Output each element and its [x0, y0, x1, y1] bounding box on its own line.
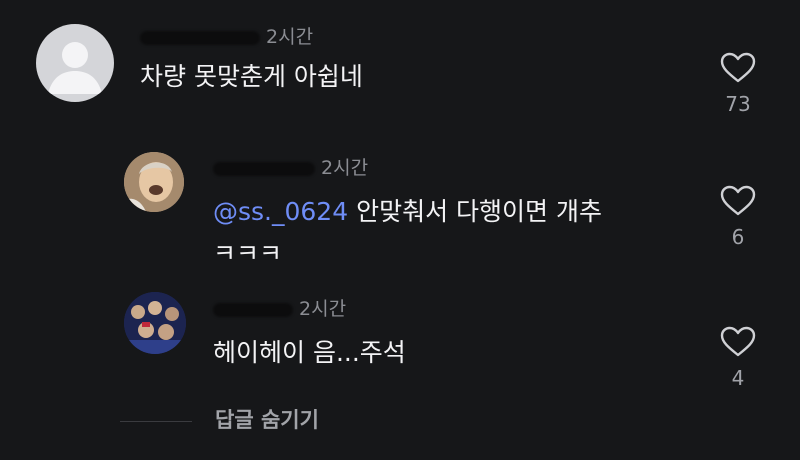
hide-replies-button[interactable]: 답글 숨기기: [215, 404, 319, 434]
comment-text: @ss._0624 안맞춰서 다행이면 개추: [213, 192, 602, 232]
like-button[interactable]: 6: [718, 185, 758, 249]
like-count: 73: [725, 92, 751, 116]
comment-timestamp: 2시간: [299, 298, 347, 320]
comment-meta: 2시간: [213, 153, 368, 180]
divider-line: [120, 421, 192, 422]
like-count: 4: [731, 366, 745, 390]
heart-outline-icon: [720, 52, 756, 83]
user-avatar[interactable]: [124, 292, 186, 354]
like-count: 6: [731, 225, 745, 249]
comment-text-main: 안맞춰서 다행이면 개추: [348, 197, 602, 226]
like-button[interactable]: 73: [718, 52, 758, 116]
person-silhouette-icon: [48, 42, 102, 94]
redacted-username[interactable]: [213, 302, 293, 317]
comment-timestamp: 2시간: [321, 157, 369, 179]
user-avatar[interactable]: [36, 24, 114, 102]
profile-photo-icon: [124, 292, 186, 354]
comment-text: 헤이헤이 음...주석: [213, 338, 406, 367]
heart-outline-icon: [720, 185, 756, 216]
heart-outline-icon: [720, 326, 756, 357]
comment-meta: 2시간: [140, 22, 313, 49]
comment-text: 차량 못맞춘게 아쉽네: [140, 62, 363, 91]
redacted-username[interactable]: [140, 30, 260, 45]
mention-link[interactable]: @ss._0624: [213, 197, 348, 226]
comment-text-line2: ㅋㅋㅋ: [213, 239, 283, 260]
comment-meta: 2시간: [213, 294, 346, 321]
comment-timestamp: 2시간: [266, 26, 314, 48]
user-avatar[interactable]: [124, 152, 184, 212]
like-button[interactable]: 4: [718, 326, 758, 390]
redacted-username[interactable]: [213, 161, 315, 176]
profile-photo-icon: [124, 152, 184, 212]
